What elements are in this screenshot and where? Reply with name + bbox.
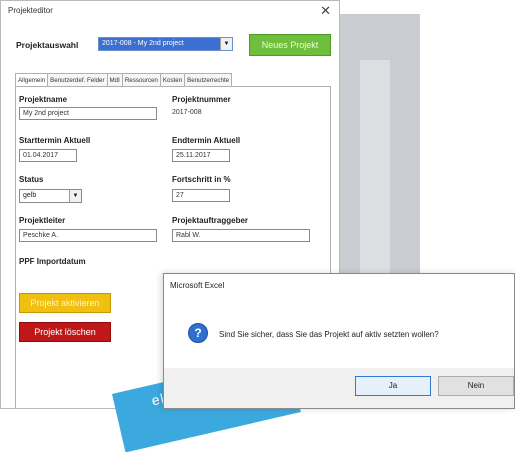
title-bar: Projekteditor ✕ bbox=[1, 1, 339, 21]
dialog-title: Microsoft Excel bbox=[170, 281, 225, 290]
endtermin-field[interactable]: 25.11.2017 bbox=[172, 149, 230, 162]
status-value: gelb bbox=[23, 192, 37, 199]
window-title: Projekteditor bbox=[8, 6, 53, 15]
tab-ressourcen[interactable]: Ressourcen bbox=[121, 73, 161, 87]
projektnummer-value: 2017-008 bbox=[172, 109, 202, 116]
tab-benutzerdef-felder[interactable]: Benutzerdef. Felder bbox=[47, 73, 108, 87]
projektleiter-field[interactable]: Peschke A. bbox=[19, 229, 157, 242]
background-stripe bbox=[360, 60, 390, 280]
confirm-dialog: Microsoft Excel ? Sind Sie sicher, dass … bbox=[163, 273, 515, 409]
question-icon: ? bbox=[188, 323, 208, 343]
tab-kosten[interactable]: Kosten bbox=[159, 73, 186, 87]
neues-projekt-button[interactable]: Neues Projekt bbox=[249, 34, 331, 56]
projektauswahl-combobox[interactable]: 2017-008 - My 2nd project ▼ bbox=[98, 37, 233, 51]
tab-benutzerrechte[interactable]: Benutzerrechte bbox=[184, 73, 233, 87]
chevron-down-icon[interactable]: ▼ bbox=[69, 190, 81, 202]
projektauftraggeber-field[interactable]: Rabl W. bbox=[172, 229, 310, 242]
projektname-field[interactable]: My 2nd project bbox=[19, 107, 157, 120]
tab-bar: Allgemein Benutzerdef. Felder MdI Ressou… bbox=[15, 73, 233, 87]
fortschritt-field[interactable]: 27 bbox=[172, 189, 230, 202]
ja-button[interactable]: Ja bbox=[355, 376, 431, 396]
status-combobox[interactable]: gelb ▼ bbox=[19, 189, 82, 203]
projektauswahl-value: 2017-008 - My 2nd project bbox=[102, 40, 184, 47]
projektauftraggeber-label: Projektauftraggeber bbox=[172, 216, 249, 225]
projektleiter-label: Projektleiter bbox=[19, 216, 66, 225]
chevron-down-icon[interactable]: ▼ bbox=[220, 38, 232, 50]
tab-mdi[interactable]: MdI bbox=[106, 73, 123, 87]
nein-button[interactable]: Nein bbox=[438, 376, 514, 396]
projektauswahl-label: Projektauswahl bbox=[16, 40, 79, 50]
ppf-importdatum-label: PPF Importdatum bbox=[19, 257, 86, 266]
tab-allgemein[interactable]: Allgemein bbox=[15, 73, 49, 87]
close-icon[interactable]: ✕ bbox=[320, 3, 331, 19]
starttermin-field[interactable]: 01.04.2017 bbox=[19, 149, 77, 162]
projektname-label: Projektname bbox=[19, 95, 68, 104]
status-label: Status bbox=[19, 175, 44, 184]
projekt-loeschen-button[interactable]: Projekt löschen bbox=[19, 322, 111, 342]
endtermin-label: Endtermin Aktuell bbox=[172, 136, 241, 145]
fortschritt-label: Fortschritt in % bbox=[172, 175, 231, 184]
starttermin-label: Starttermin Aktuell bbox=[19, 136, 91, 145]
dialog-message: Sind Sie sicher, dass Sie das Projekt au… bbox=[219, 330, 439, 339]
projektnummer-label: Projektnummer bbox=[172, 95, 231, 104]
projekt-aktivieren-button[interactable]: Projekt aktivieren bbox=[19, 293, 111, 313]
